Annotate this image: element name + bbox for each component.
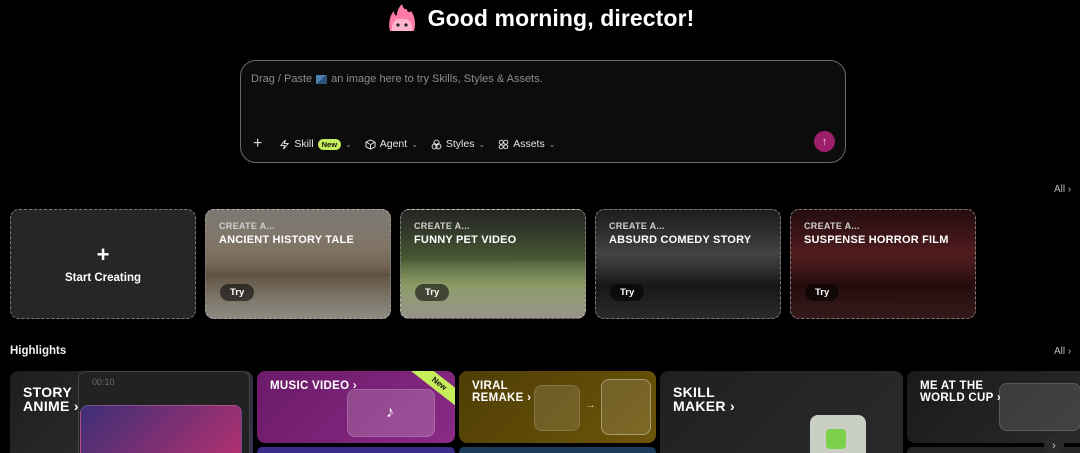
assets-label: Assets bbox=[513, 138, 545, 150]
chevron-right-icon: › bbox=[73, 398, 79, 414]
chevron-right-icon: › bbox=[1067, 346, 1072, 357]
carousel-next-button[interactable]: › bbox=[1044, 436, 1064, 453]
card-eyebrow: CREATE A... bbox=[804, 221, 860, 231]
person-icon bbox=[601, 379, 651, 435]
highlight-label: ME AT THE WORLD CUP › bbox=[920, 380, 1002, 404]
label-line1: MUSIC VIDEO bbox=[270, 380, 350, 392]
chevron-down-icon: ⌄ bbox=[548, 139, 556, 149]
timecode: 00:10 bbox=[92, 377, 115, 387]
highlight-label: MUSIC VIDEO › bbox=[270, 380, 357, 393]
flame-mascot-icon bbox=[388, 4, 415, 31]
prompt-placeholder: Drag / Paste an image here to try Skills… bbox=[251, 73, 543, 85]
highlight-skill-maker[interactable]: SKILL MAKER › bbox=[660, 371, 903, 453]
placeholder-text-start: Drag / Paste bbox=[251, 73, 313, 85]
template-card-horror[interactable]: CREATE A... SUSPENSE HORROR FILM Try bbox=[790, 209, 976, 319]
plus-icon: + bbox=[96, 242, 110, 267]
template-card-comedy[interactable]: CREATE A... ABSURD COMEDY STORY Try bbox=[595, 209, 781, 319]
highlight-label: SKILL MAKER › bbox=[673, 385, 735, 413]
highlights-title: Highlights bbox=[10, 345, 67, 357]
card-eyebrow: CREATE A... bbox=[414, 221, 470, 231]
try-button[interactable]: Try bbox=[415, 284, 450, 301]
prompt-toolbar: + Skill New ⌄ Agent ⌄ Styles ⌄ Assets ⌄ bbox=[253, 136, 555, 152]
card-title: SUSPENSE HORROR FILM bbox=[804, 234, 949, 246]
chevron-right-icon: › bbox=[1052, 440, 1056, 452]
skill-label: Skill bbox=[294, 138, 314, 150]
assets-dropdown[interactable]: Assets ⌄ bbox=[498, 138, 555, 150]
label-line2: MAKER bbox=[673, 398, 726, 414]
card-title: ANCIENT HISTORY TALE bbox=[219, 234, 354, 246]
label-line2: WORLD CUP bbox=[920, 391, 994, 404]
prompt-input[interactable]: Drag / Paste an image here to try Skills… bbox=[240, 60, 846, 163]
cube-icon bbox=[365, 138, 376, 150]
chevron-down-icon: ⌄ bbox=[411, 139, 418, 149]
document-icon bbox=[810, 415, 866, 453]
highlight-label: STORY ANIME › bbox=[23, 385, 79, 413]
try-button[interactable]: Try bbox=[220, 284, 255, 301]
add-attachment-button[interactable]: + bbox=[253, 136, 262, 152]
image-icon bbox=[316, 74, 328, 84]
music-note-icon: ♪ bbox=[347, 389, 435, 437]
label-line2: ANIME bbox=[23, 398, 70, 414]
lightning-icon bbox=[280, 139, 290, 149]
highlight-viral-remake[interactable]: → VIRAL REMAKE › bbox=[459, 371, 656, 443]
styles-dropdown[interactable]: Styles ⌄ bbox=[431, 138, 485, 150]
greeting-header: Good morning, director! bbox=[0, 3, 1080, 33]
styles-icon bbox=[431, 139, 442, 149]
highlight-music-video[interactable]: ♪ MUSIC VIDEO › New bbox=[257, 371, 455, 443]
highlight-label: VIRAL REMAKE › bbox=[472, 380, 532, 404]
card-title: ABSURD COMEDY STORY bbox=[609, 234, 752, 246]
chevron-right-icon: › bbox=[730, 398, 736, 414]
new-badge: New bbox=[317, 138, 342, 150]
template-card-pet[interactable]: CREATE A... FUNNY PET VIDEO Try bbox=[400, 209, 586, 319]
start-creating-card[interactable]: + Start Creating bbox=[10, 209, 196, 319]
chevron-down-icon: ⌄ bbox=[478, 139, 486, 149]
agent-label: Agent bbox=[379, 138, 408, 150]
page-title: Good morning, director! bbox=[427, 4, 695, 31]
all-label: All bbox=[1054, 346, 1066, 357]
all-label: All bbox=[1054, 184, 1066, 195]
agent-dropdown[interactable]: Agent ⌄ bbox=[365, 138, 418, 150]
placeholder-text-end: an image here to try Skills, Styles & As… bbox=[331, 73, 543, 85]
label-line1: ME AT THE bbox=[920, 380, 984, 392]
card-eyebrow: CREATE A... bbox=[609, 221, 665, 231]
highlight-viral-remake-lower bbox=[459, 447, 656, 453]
chevron-down-icon: ⌄ bbox=[345, 139, 352, 149]
arrow-up-icon: ↑ bbox=[821, 135, 828, 148]
pitch-icon bbox=[999, 383, 1080, 431]
highlights-all-link[interactable]: All › bbox=[1054, 346, 1071, 357]
card-thumbnail bbox=[80, 405, 242, 453]
send-button[interactable]: ↑ bbox=[814, 131, 835, 152]
templates-all-link[interactable]: All › bbox=[1054, 184, 1071, 195]
chevron-right-icon: › bbox=[527, 391, 532, 404]
card-eyebrow: CREATE A... bbox=[219, 221, 275, 231]
template-card-history[interactable]: CREATE A... ANCIENT HISTORY TALE Try bbox=[205, 209, 391, 319]
assets-icon bbox=[498, 139, 509, 149]
highlight-story-anime[interactable]: 00:10 STORY ANIME › bbox=[10, 371, 253, 453]
highlight-world-cup[interactable]: ME AT THE WORLD CUP › bbox=[907, 371, 1080, 443]
chevron-right-icon: › bbox=[996, 391, 1002, 404]
arrow-right-icon: → bbox=[585, 399, 596, 411]
card-title: FUNNY PET VIDEO bbox=[414, 234, 517, 246]
chevron-right-icon: › bbox=[352, 380, 357, 392]
start-creating-label: Start Creating bbox=[64, 272, 142, 284]
skill-dropdown[interactable]: Skill New ⌄ bbox=[279, 138, 352, 150]
try-button[interactable]: Try bbox=[610, 284, 645, 301]
person-icon bbox=[534, 385, 580, 431]
label-line2: REMAKE bbox=[472, 391, 524, 404]
highlight-music-video-lower bbox=[257, 447, 455, 453]
label-line1: VIRAL bbox=[472, 380, 508, 392]
try-button[interactable]: Try bbox=[805, 284, 840, 301]
styles-label: Styles bbox=[445, 138, 475, 150]
chevron-right-icon: › bbox=[1067, 184, 1072, 195]
